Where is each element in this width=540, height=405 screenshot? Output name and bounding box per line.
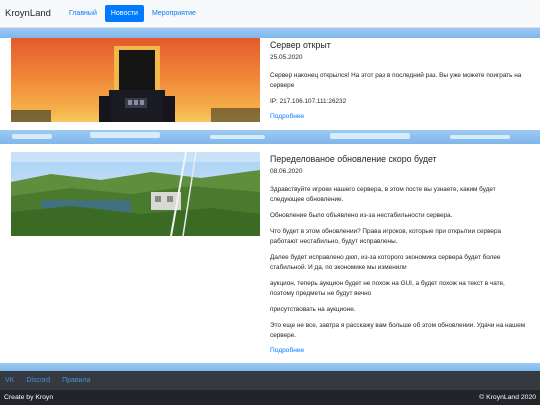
sky-background-bottom xyxy=(0,363,540,371)
news-card-2: Переделованое обновление скоро будет 08.… xyxy=(0,144,540,363)
news-paragraph: Что будет в этом обновлении? Права игрок… xyxy=(270,228,502,245)
brand-logo[interactable]: KroynLand xyxy=(5,8,51,19)
news-paragraph: Это еще не все, завтра я расскажу вам бо… xyxy=(270,322,526,339)
news-date: 08.06.2020 xyxy=(270,168,303,175)
nav-link-events[interactable]: Мероприятие xyxy=(146,5,202,22)
news-ip-paragraph: IP: 217.106.107.111:26232 xyxy=(270,98,347,105)
footer-link-rules[interactable]: Правила xyxy=(62,377,90,384)
footer-link-vk[interactable]: VK xyxy=(5,377,14,384)
footer-link-discord[interactable]: Discord xyxy=(26,377,50,384)
sky-background-middle xyxy=(0,130,540,144)
nav-link-home[interactable]: Главный xyxy=(63,5,103,22)
news-image-2[interactable] xyxy=(11,152,260,236)
news-image-1[interactable] xyxy=(11,38,260,122)
news-paragraph: аукцион, теперь аукцион будет не похож н… xyxy=(270,280,505,297)
news-paragraph: Обновление было объявлено из-за нестабил… xyxy=(270,212,453,219)
footer-credit: Create by Kroyn xyxy=(4,394,54,401)
footer-credits-bar: Create by Kroyn © KroynLand 2020 xyxy=(0,390,540,405)
read-more-link[interactable]: Подробнее xyxy=(270,113,304,120)
news-card-1: Сервер открыт 25.05.2020 Сервер наконец … xyxy=(0,38,540,130)
news-title: Сервер открыт xyxy=(270,40,331,50)
footer-links-bar: VK Discord Правила xyxy=(0,371,540,390)
news-paragraph: Здравствуйте игроки нашего сервера, в эт… xyxy=(270,186,496,203)
news-paragraph: Далее будет исправлено дюп, из-за которо… xyxy=(270,254,501,271)
news-paragraph: присутствовать на аукционе. xyxy=(270,306,356,313)
sky-background-top xyxy=(0,28,540,38)
news-content-1: Сервер открыт 25.05.2020 Сервер наконец … xyxy=(270,40,530,120)
read-more-link[interactable]: Подробнее xyxy=(270,347,304,354)
news-date: 25.05.2020 xyxy=(270,54,303,61)
news-title: Переделованое обновление скоро будет xyxy=(270,154,437,164)
news-content-2: Переделованое обновление скоро будет 08.… xyxy=(270,154,530,354)
top-navbar: KroynLand Главный Новости Мероприятие xyxy=(0,0,540,28)
nav-link-news[interactable]: Новости xyxy=(104,5,144,22)
news-paragraph: Сервер наконец открылся! На этот раз в п… xyxy=(270,72,522,89)
footer-copyright: © KroynLand 2020 xyxy=(479,394,536,401)
